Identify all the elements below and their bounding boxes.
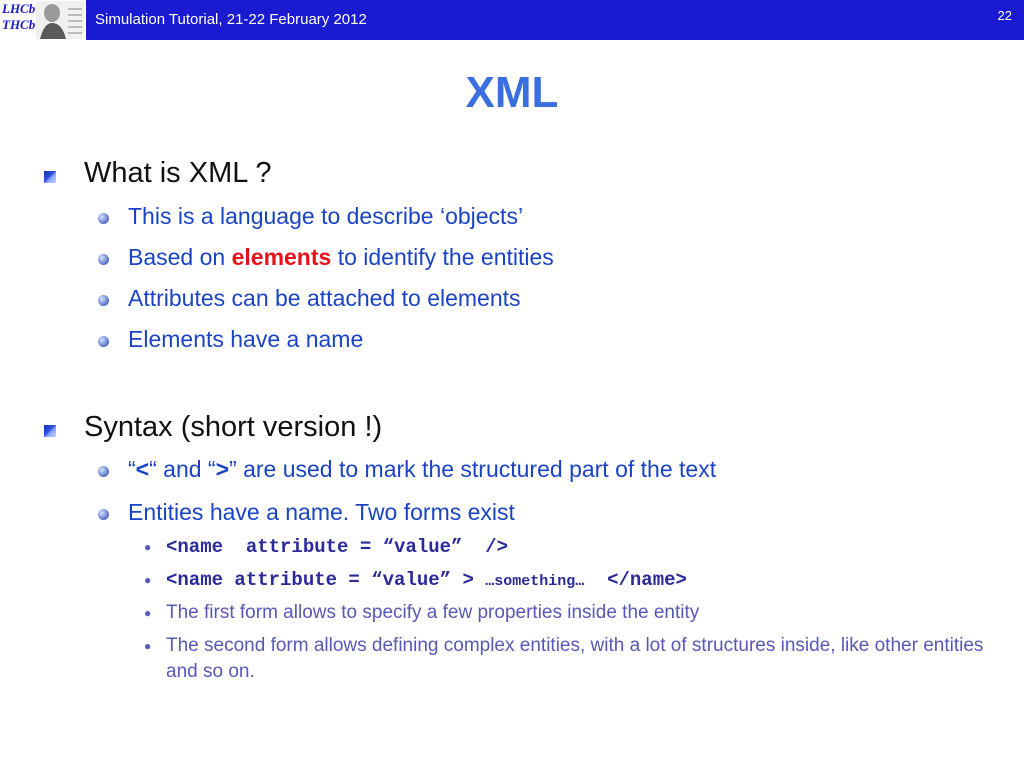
dot-bullet-icon: ● bbox=[144, 606, 152, 620]
page-number: 22 bbox=[997, 8, 1012, 23]
round-bullet-icon bbox=[98, 336, 109, 347]
logo-text-top: LHCb bbox=[2, 1, 36, 16]
sub-list-item: <name attribute = “value” > …something… … bbox=[166, 567, 687, 595]
presentation-title: Simulation Tutorial, 21-22 February 2012 bbox=[95, 11, 367, 28]
list-item-text: “ bbox=[128, 456, 136, 482]
dot-bullet-icon: ● bbox=[144, 639, 152, 653]
list-item: Entities have a name. Two forms exist bbox=[128, 499, 515, 525]
list-item-text: to identify the entities bbox=[331, 244, 554, 270]
sub-list-item: <name attribute = “value” /> bbox=[166, 534, 508, 560]
lhcb-logo: LHCb THCb bbox=[0, 0, 86, 40]
dot-bullet-icon: ● bbox=[144, 573, 152, 587]
round-bullet-icon bbox=[98, 295, 109, 306]
list-item: “<“ and “>” are used to mark the structu… bbox=[128, 455, 716, 483]
round-bullet-icon bbox=[98, 466, 109, 477]
sub-list-item: The first form allows to specify a few p… bbox=[166, 602, 700, 623]
square-bullet-icon bbox=[44, 171, 56, 183]
sub-list-item: The second form allows defining complex … bbox=[166, 635, 984, 682]
slide-title: XML bbox=[465, 68, 559, 117]
section-heading-syntax: Syntax (short version !) bbox=[84, 411, 383, 443]
logo-text-bottom: THCb bbox=[2, 17, 36, 32]
round-bullet-icon bbox=[98, 254, 109, 265]
less-than-symbol: < bbox=[135, 456, 150, 482]
code-form-2-inner: …something… bbox=[485, 573, 585, 590]
dot-bullet-icon: ● bbox=[144, 540, 152, 554]
round-bullet-icon bbox=[98, 213, 109, 224]
list-item: This is a language to describe ‘objects’ bbox=[128, 203, 524, 229]
code-form-1: <name attribute = “value” /> bbox=[166, 536, 509, 558]
list-item: Elements have a name bbox=[128, 326, 364, 352]
highlight-elements: elements bbox=[231, 244, 332, 270]
portrait-icon bbox=[36, 1, 84, 39]
list-item-text: Based on bbox=[128, 244, 232, 270]
list-item-text: “ and “ bbox=[149, 456, 216, 482]
square-bullet-icon bbox=[44, 425, 56, 437]
list-item: Attributes can be attached to elements bbox=[128, 285, 521, 311]
list-item-text: ” are used to mark the structured part o… bbox=[229, 456, 717, 482]
round-bullet-icon bbox=[98, 509, 109, 520]
header-bar: LHCb THCb Simulation Tutorial, 21-22 Feb… bbox=[0, 0, 1024, 40]
code-form-2: <name attribute = “value” > bbox=[166, 569, 486, 591]
code-form-2-end: </name> bbox=[584, 569, 687, 591]
greater-than-symbol: > bbox=[215, 456, 230, 482]
section-heading-what-is-xml: What is XML ? bbox=[84, 157, 272, 189]
list-item: Based on elements to identify the entiti… bbox=[128, 243, 554, 271]
